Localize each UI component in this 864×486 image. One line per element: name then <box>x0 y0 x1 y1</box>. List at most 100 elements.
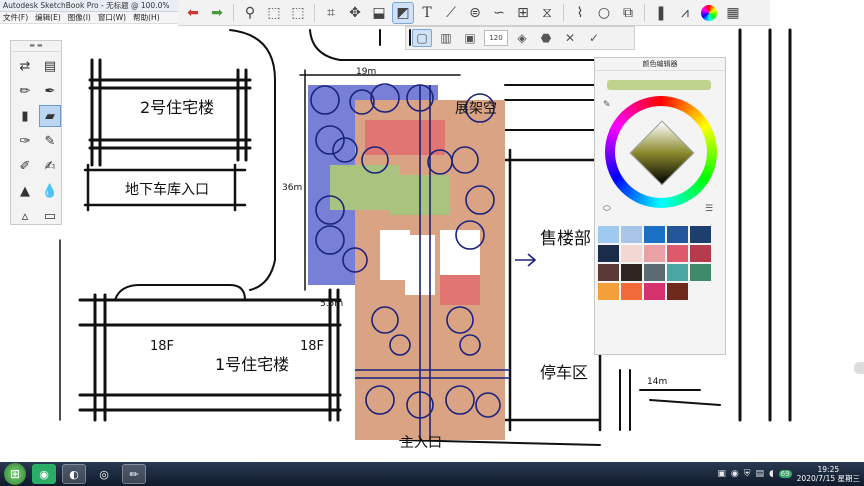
sliders-icon[interactable]: ☰ <box>705 204 713 214</box>
color-wheel-center <box>615 106 707 198</box>
color-swatch[interactable] <box>690 245 711 262</box>
symmetry-icon[interactable]: ⧖ <box>536 2 558 24</box>
swap-brush-icon[interactable]: ⇄ <box>14 55 36 77</box>
color-wheel[interactable] <box>605 96 717 208</box>
label-parking: 停车区 <box>540 363 588 382</box>
marker-brush-icon[interactable]: ▮ <box>14 105 36 127</box>
obs-icon[interactable]: ◎ <box>92 464 116 484</box>
lasso-icon[interactable]: ⬚ <box>287 2 309 24</box>
main-toolbar: ⬅ ➡ ⚲ ⬚ ⬚ ⌗ ✥ ⬓ ◩ T ⟋ ⊜ ∽ ⊞ ⧖ ⌇ ○ ⧉ ❚ ⩘ … <box>178 0 770 26</box>
tray-volume-icon[interactable]: ◖ <box>769 469 774 479</box>
zoom-icon[interactable]: ⚲ <box>239 2 261 24</box>
perspective-icon[interactable]: ⊞ <box>512 2 534 24</box>
label-floor-right: 18F <box>300 339 324 354</box>
toolbar-blank <box>770 0 864 26</box>
color-swatch[interactable] <box>621 283 642 300</box>
color-swatch[interactable] <box>598 264 619 281</box>
menu-image[interactable]: 图像(I) <box>68 12 91 23</box>
wechat-icon[interactable]: ◉ <box>32 464 56 484</box>
color-icon[interactable] <box>698 2 720 24</box>
color-swatch[interactable] <box>621 226 642 243</box>
palette-icon[interactable]: ▦ <box>722 2 744 24</box>
smear-brush-icon[interactable]: ▵ <box>14 205 36 227</box>
ruler-icon[interactable]: ⟋ <box>440 2 462 24</box>
eyedropper-icon[interactable]: ✎ <box>603 100 611 110</box>
chisel-marker-brush-icon[interactable]: ▰ <box>39 105 61 127</box>
dim-bottom: 5.5m <box>320 299 343 309</box>
menu-help[interactable]: 帮助(H) <box>133 12 160 23</box>
color-swatch[interactable] <box>598 283 619 300</box>
layers-icon[interactable]: ⧉ <box>617 2 639 24</box>
label-building1: 1号住宅楼 <box>215 355 289 374</box>
triangle-brush-icon[interactable]: ▲ <box>14 180 36 202</box>
crop-icon[interactable]: ⌗ <box>320 2 342 24</box>
start-button[interactable]: ⊞ <box>4 463 26 485</box>
undo-icon[interactable]: ⬅ <box>182 2 204 24</box>
fineliner-brush-icon[interactable]: ✎ <box>39 130 61 152</box>
color-swatch[interactable] <box>690 264 711 281</box>
menu-window[interactable]: 窗口(W) <box>98 12 126 23</box>
side-scroll-handle[interactable] <box>854 362 864 374</box>
eraser-brush-icon[interactable]: ▭ <box>39 205 61 227</box>
clock[interactable]: 19:25 2020/7/15 星期三 <box>797 465 860 483</box>
color-swatch[interactable] <box>644 245 665 262</box>
circle-icon[interactable]: ○ <box>593 2 615 24</box>
color-swatch[interactable] <box>644 264 665 281</box>
tray-app-icon[interactable]: ▣ <box>717 469 726 479</box>
color-swatch[interactable] <box>644 226 665 243</box>
color-swatch[interactable] <box>667 226 688 243</box>
transform-icon[interactable]: ✥ <box>344 2 366 24</box>
tray-badge[interactable]: 69 <box>778 470 792 478</box>
color-swatch[interactable] <box>598 226 619 243</box>
color-editor-title: 颜色编辑器 <box>595 58 725 71</box>
brush-palette: ▬ ▬ ⇄ ▤ ✏ ✒ ▮ ▰ ✑ ✎ ✐ ✍ ▲ 💧 ▵ ▭ <box>10 40 62 225</box>
color-picker-icon[interactable]: ⬭ <box>603 204 611 214</box>
fill-icon[interactable]: ◩ <box>392 1 414 24</box>
brushes-icon[interactable]: ⩘ <box>674 2 696 24</box>
menu-file[interactable]: 文件(F) <box>3 12 28 23</box>
system-tray: ▣ ◉ ⛨ ▤ ◖ 69 19:25 2020/7/15 星期三 <box>717 462 860 486</box>
brush-icon[interactable]: ⌇ <box>569 2 591 24</box>
menu-edit[interactable]: 编辑(E) <box>35 12 61 23</box>
current-color-swatch[interactable] <box>607 80 711 90</box>
text-icon[interactable]: T <box>416 2 438 24</box>
distort-icon[interactable]: ⬓ <box>368 2 390 24</box>
ink-pen-brush-icon[interactable]: ✒ <box>39 80 61 102</box>
clock-date: 2020/7/15 星期三 <box>796 474 860 483</box>
copic-icon[interactable]: ❚ <box>650 2 672 24</box>
curve-icon[interactable]: ∽ <box>488 2 510 24</box>
tray-network-icon[interactable]: ▤ <box>755 469 764 479</box>
color-swatch[interactable] <box>690 226 711 243</box>
brush-library-icon[interactable]: ▤ <box>39 55 61 77</box>
window-title: Autodesk SketchBook Pro - 无标题 @ 100.0% <box>0 0 178 12</box>
label-building2: 2号住宅楼 <box>140 98 214 117</box>
blend-brush-icon[interactable]: 💧 <box>39 180 61 202</box>
tray-wechat-icon[interactable]: ◉ <box>731 469 739 479</box>
tray-shield-icon[interactable]: ⛨ <box>744 469 751 479</box>
ellipse-icon[interactable]: ⊜ <box>464 2 486 24</box>
color-swatch[interactable] <box>667 245 688 262</box>
redo-icon[interactable]: ➡ <box>206 2 228 24</box>
select-icon[interactable]: ⬚ <box>263 2 285 24</box>
color-swatch[interactable] <box>621 264 642 281</box>
color-swatch[interactable] <box>621 245 642 262</box>
pencil-brush-icon[interactable]: ✏ <box>14 80 36 102</box>
brush-palette-header: ▬ ▬ <box>11 41 61 52</box>
airbrush-icon[interactable]: ✐ <box>14 155 36 177</box>
saturation-diamond[interactable] <box>629 120 695 186</box>
menu-bar: 文件(F) 编辑(E) 图像(I) 窗口(W) 帮助(H) <box>0 12 178 24</box>
drawing-canvas[interactable]: 2号住宅楼 地下车库入口 1号住宅楼 18F 18F 售楼部 停车区 主入口 展… <box>0 26 864 462</box>
dim-left: 36m <box>282 183 302 193</box>
color-swatch[interactable] <box>598 245 619 262</box>
color-swatch[interactable] <box>667 264 688 281</box>
label-main-entrance: 主入口 <box>400 435 442 451</box>
pencil-app-icon[interactable]: ✏ <box>122 464 146 484</box>
color-swatch[interactable] <box>644 283 665 300</box>
sketchbook-icon[interactable]: ◐ <box>62 464 86 484</box>
taskbar: ⊞ ◉ ◐ ◎ ✏ ▣ ◉ ⛨ ▤ ◖ 69 19:25 2020/7/15 星… <box>0 462 864 486</box>
brush-pen-icon[interactable]: ✑ <box>14 130 36 152</box>
dim-right: 14m <box>647 377 667 387</box>
swatch-grid <box>598 226 711 300</box>
ballpoint-brush-icon[interactable]: ✍ <box>39 155 61 177</box>
color-swatch[interactable] <box>667 283 688 300</box>
